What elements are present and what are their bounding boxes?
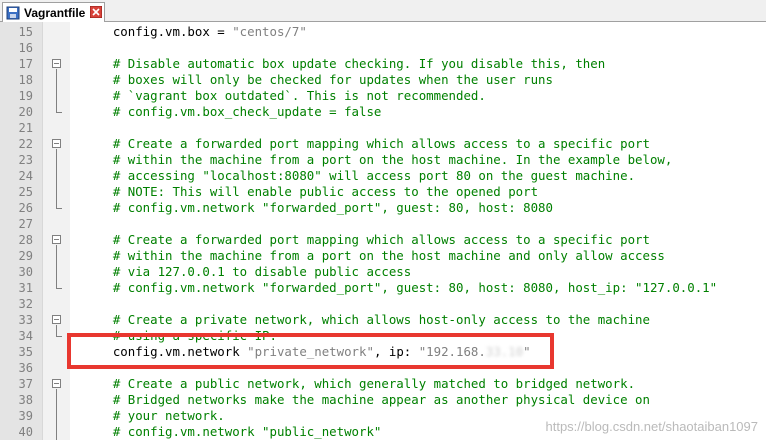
- fold-guide: [56, 69, 57, 112]
- comment-text: # accessing "localhost:8080" will access…: [83, 168, 636, 183]
- close-icon[interactable]: [90, 6, 102, 18]
- line-number: 19: [18, 89, 33, 103]
- fold-collapse-icon[interactable]: [52, 59, 61, 68]
- line-number: 40: [18, 425, 33, 439]
- line-number: 17: [18, 57, 33, 71]
- line-number: 32: [18, 297, 33, 311]
- code-line: 37 # Create a public network, which gene…: [0, 376, 766, 392]
- fold-end-marker: [56, 336, 62, 337]
- comment-text: # Bridged networks make the machine appe…: [83, 392, 650, 407]
- comment-text: # config.vm.box_check_update = false: [83, 104, 382, 119]
- comment-text: # config.vm.network "forwarded_port", gu…: [83, 280, 718, 295]
- comment-text: # within the machine from a port on the …: [83, 152, 673, 167]
- code-line: 24 # accessing "localhost:8080" will acc…: [0, 168, 766, 184]
- fold-end-marker: [56, 112, 62, 113]
- line-number: 30: [18, 265, 33, 279]
- line-number: 24: [18, 169, 33, 183]
- code-line: 22 # Create a forwarded port mapping whi…: [0, 136, 766, 152]
- code-line: 30 # via 127.0.0.1 to disable public acc…: [0, 264, 766, 280]
- comment-text: # config.vm.network "public_network": [83, 424, 382, 439]
- line-number: 23: [18, 153, 33, 167]
- code-line: 17 # Disable automatic box update checki…: [0, 56, 766, 72]
- line-number: 20: [18, 105, 33, 119]
- comment-text: # config.vm.network "forwarded_port", gu…: [83, 200, 553, 215]
- code-line: 32: [0, 296, 766, 312]
- line-number: 33: [18, 313, 33, 327]
- save-file-icon: [6, 6, 20, 19]
- line-number: 37: [18, 377, 33, 391]
- line-number: 27: [18, 217, 33, 231]
- line-number: 38: [18, 393, 33, 407]
- code-line: 26 # config.vm.network "forwarded_port",…: [0, 200, 766, 216]
- fold-collapse-icon[interactable]: [52, 235, 61, 244]
- fold-collapse-icon[interactable]: [52, 315, 61, 324]
- fold-end-marker: [56, 288, 62, 289]
- tab-vagrantfile[interactable]: Vagrantfile: [2, 2, 105, 22]
- line-number: 18: [18, 73, 33, 87]
- code-line: 19 # `vagrant box outdated`. This is not…: [0, 88, 766, 104]
- code-line: 23 # within the machine from a port on t…: [0, 152, 766, 168]
- fold-guide: [56, 325, 57, 336]
- code-line: 28 # Create a forwarded port mapping whi…: [0, 232, 766, 248]
- code-text: config.vm.box = "centos/7": [83, 24, 307, 39]
- fold-guide: [56, 389, 57, 440]
- code-line: 18 # boxes will only be checked for upda…: [0, 72, 766, 88]
- line-number: 39: [18, 409, 33, 423]
- code-line: 20 # config.vm.box_check_update = false: [0, 104, 766, 120]
- comment-text: # Create a private network, which allows…: [83, 312, 650, 327]
- comment-text: # `vagrant box outdated`. This is not re…: [83, 88, 486, 103]
- code-line: 38 # Bridged networks make the machine a…: [0, 392, 766, 408]
- redacted-ip: 33.10: [485, 344, 524, 359]
- code-editor[interactable]: 15 config.vm.box = "centos/7" 16 17 # Di…: [0, 22, 766, 440]
- comment-text: # via 127.0.0.1 to disable public access: [83, 264, 412, 279]
- code-line: 36: [0, 360, 766, 376]
- comment-text: # Create a forwarded port mapping which …: [83, 232, 650, 247]
- watermark: https://blog.csdn.net/shaotaiban1097: [545, 419, 759, 434]
- code-line: 27: [0, 216, 766, 232]
- code-line: 33 # Create a private network, which all…: [0, 312, 766, 328]
- line-number: 25: [18, 185, 33, 199]
- comment-text: # NOTE: This will enable public access t…: [83, 184, 539, 199]
- comment-text: # within the machine from a port on the …: [83, 248, 665, 263]
- fold-guide: [56, 149, 57, 208]
- code-line: 16: [0, 40, 766, 56]
- code-line: 31 # config.vm.network "forwarded_port",…: [0, 280, 766, 296]
- comment-text: # your network.: [83, 408, 225, 423]
- comment-text: # Disable automatic box update checking.…: [83, 56, 606, 71]
- tab-bar: Vagrantfile: [0, 0, 766, 22]
- code-line: 21: [0, 120, 766, 136]
- line-number: 22: [18, 137, 33, 151]
- fold-guide: [56, 245, 57, 288]
- fold-collapse-icon[interactable]: [52, 139, 61, 148]
- code-line: 35 config.vm.network "private_network", …: [0, 344, 766, 360]
- code-line: 15 config.vm.box = "centos/7": [0, 24, 766, 40]
- line-number: 15: [18, 25, 33, 39]
- code-line: 34 # using a specific IP.: [0, 328, 766, 344]
- line-number: 34: [18, 329, 33, 343]
- line-number: 16: [18, 41, 33, 55]
- line-number: 36: [18, 361, 33, 375]
- line-number: 35: [18, 345, 33, 359]
- code-text: config.vm.network "private_network", ip:…: [83, 344, 531, 359]
- comment-text: # Create a public network, which general…: [83, 376, 636, 391]
- line-number: 28: [18, 233, 33, 247]
- line-number: 26: [18, 201, 33, 215]
- fold-end-marker: [56, 208, 62, 209]
- line-number: 29: [18, 249, 33, 263]
- comment-text: # Create a forwarded port mapping which …: [83, 136, 650, 151]
- code-line: 29 # within the machine from a port on t…: [0, 248, 766, 264]
- tab-label: Vagrantfile: [24, 5, 86, 20]
- comment-text: # using a specific IP.: [83, 328, 277, 343]
- line-number: 31: [18, 281, 33, 295]
- comment-text: # boxes will only be checked for updates…: [83, 72, 553, 87]
- fold-collapse-icon[interactable]: [52, 379, 61, 388]
- line-number: 21: [18, 121, 33, 135]
- code-line: 25 # NOTE: This will enable public acces…: [0, 184, 766, 200]
